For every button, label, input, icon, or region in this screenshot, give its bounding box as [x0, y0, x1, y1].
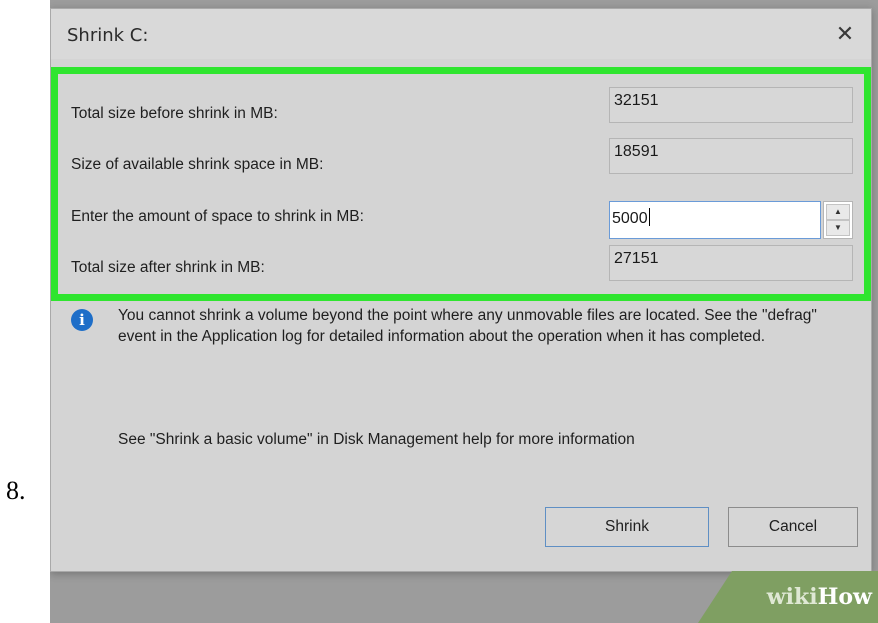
total-size-before-label: Total size before shrink in MB:	[71, 105, 278, 122]
spin-up-icon[interactable]: ▲	[826, 204, 850, 220]
cancel-button[interactable]: Cancel	[728, 507, 858, 547]
title-bar: Shrink C: ✕	[51, 9, 871, 59]
info-icon: i	[71, 309, 93, 331]
total-size-after-label: Total size after shrink in MB:	[71, 259, 265, 276]
watermark-how: How	[817, 584, 872, 610]
watermark-wiki: wiki	[766, 584, 818, 610]
shrink-amount-label: Enter the amount of space to shrink in M…	[71, 208, 364, 225]
shrink-amount-spinner: ▲ ▼	[823, 201, 853, 239]
screenshot: Shrink C: ✕ Total size before shrink in …	[50, 0, 878, 623]
spin-down-icon[interactable]: ▼	[826, 220, 850, 236]
text-caret	[648, 208, 650, 226]
close-icon[interactable]: ✕	[827, 17, 863, 51]
total-size-before-field: 32151	[609, 87, 853, 123]
available-shrink-field: 18591	[609, 138, 853, 174]
shrink-button[interactable]: Shrink	[545, 507, 709, 547]
shrink-dialog: Shrink C: ✕ Total size before shrink in …	[50, 8, 872, 572]
available-shrink-label: Size of available shrink space in MB:	[71, 156, 324, 173]
shrink-amount-input[interactable]: 5000	[609, 201, 821, 239]
total-size-after-field: 27151	[609, 245, 853, 281]
step-number: 8.	[6, 476, 26, 505]
info-message: You cannot shrink a volume beyond the po…	[118, 307, 817, 345]
dialog-title: Shrink C:	[67, 25, 149, 46]
wikihow-watermark: wikiHow	[698, 571, 878, 623]
help-message: See "Shrink a basic volume" in Disk Mana…	[118, 431, 635, 448]
shrink-amount-value: 5000	[612, 210, 648, 227]
